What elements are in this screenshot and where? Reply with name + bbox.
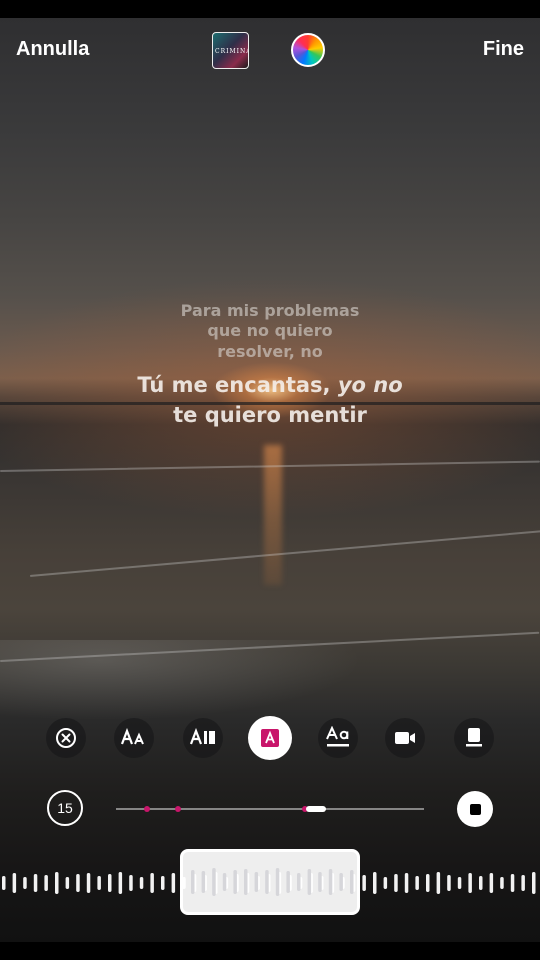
waveform-bar <box>244 869 248 895</box>
waveform-bar <box>265 870 269 894</box>
lyric-current-emphasis: yo no <box>337 373 403 397</box>
waveform-bar <box>362 875 366 891</box>
lyric-current-line: Tú me encantas, yo no <box>0 373 540 397</box>
text-size-icon <box>121 728 144 745</box>
lyric-current-text: Tú me encantas, <box>137 373 338 397</box>
waveform-bar <box>139 877 144 889</box>
status-bar-area <box>0 0 540 18</box>
color-picker-button[interactable] <box>291 33 325 67</box>
text-underline-button[interactable] <box>318 718 358 758</box>
waveform-bar <box>44 875 48 891</box>
waveform-bar <box>436 872 441 894</box>
waveform-bar <box>23 877 27 889</box>
album-art-thumbnail[interactable]: CRIMINAL <box>212 32 249 69</box>
lyric-previous-line: resolver, no <box>217 342 323 361</box>
text-style-icon <box>190 728 215 745</box>
waveform-bar <box>415 876 419 890</box>
waveform-bar <box>108 874 112 892</box>
album-thumb-text: CRIMINAL <box>215 48 248 55</box>
waveform-bar <box>150 873 154 893</box>
text-size-button[interactable] <box>114 718 154 758</box>
waveform-bar <box>161 876 165 890</box>
waveform-bar <box>33 874 38 892</box>
bottom-area <box>0 942 540 960</box>
waveform-bar <box>404 873 409 893</box>
waveform-bar <box>171 873 176 893</box>
video-mode-button[interactable] <box>385 718 425 758</box>
waveform-bar <box>12 873 17 893</box>
stop-button[interactable] <box>457 791 493 827</box>
waveform-bar <box>212 868 216 896</box>
waveform-bar <box>468 873 472 893</box>
waveform-bar <box>86 873 91 893</box>
waveform-bar <box>457 877 462 889</box>
waveform-bar <box>479 876 483 890</box>
waveform-bar <box>521 875 525 891</box>
text-underline-icon <box>326 726 349 747</box>
waveform-bar <box>76 874 80 892</box>
timeline-marker <box>175 806 181 812</box>
waveform-bar <box>510 874 515 892</box>
waveform-bar <box>222 873 227 891</box>
waveform-bar <box>286 871 290 893</box>
waveform-bar <box>383 877 388 889</box>
close-button[interactable] <box>46 718 86 758</box>
waveform-bar <box>373 872 377 894</box>
stop-icon <box>469 803 481 815</box>
waveform-bar <box>65 877 70 889</box>
waveform-bar <box>350 870 354 894</box>
waveform-bar <box>55 872 59 894</box>
text-highlight-icon <box>261 729 279 747</box>
waveform-bar <box>394 874 398 892</box>
selected-clip-waveform <box>191 868 354 896</box>
waveform-bar <box>328 869 333 895</box>
timeline-playhead[interactable] <box>306 806 326 812</box>
story-editor-screen: Annulla CRIMINAL Fine Para mis problemas… <box>0 0 540 960</box>
waveform-bar <box>191 870 195 894</box>
waveform-bar <box>307 869 312 895</box>
waveform-bar <box>118 872 123 894</box>
waveform-bar <box>339 873 343 891</box>
waveform-bar <box>318 872 322 892</box>
audio-clip-selector[interactable] <box>180 849 360 915</box>
waveform-bar <box>254 872 259 892</box>
timeline-marker <box>144 806 150 812</box>
waveform-bar <box>426 874 430 892</box>
lyric-previous-line: Para mis problemas <box>180 301 360 320</box>
sticker-card-icon <box>466 728 482 747</box>
waveform-bar <box>297 873 301 891</box>
lyric-previous-line: que no quiero <box>207 321 333 340</box>
waveform-bar <box>233 870 237 894</box>
waveform-bar <box>201 871 206 893</box>
waveform-bar <box>97 876 101 890</box>
close-icon <box>56 728 76 748</box>
waveform-bar <box>500 877 504 889</box>
duration-button[interactable]: 15 <box>47 790 83 826</box>
waveform-bar <box>129 875 133 891</box>
text-highlight-button[interactable] <box>248 716 292 760</box>
waveform-bar <box>489 873 494 893</box>
waveform-bar <box>275 868 280 896</box>
lyric-current-line: te quiero mentir <box>173 403 367 427</box>
waveform-bar <box>532 872 536 894</box>
video-icon <box>395 732 415 744</box>
cancel-button[interactable]: Annulla <box>16 38 89 61</box>
done-button[interactable]: Fine <box>483 38 524 61</box>
lyrics-timeline-track[interactable] <box>116 806 424 812</box>
text-style-button[interactable] <box>183 718 223 758</box>
waveform-bar <box>2 876 6 890</box>
waveform-bar <box>447 875 451 891</box>
sticker-card-button[interactable] <box>454 718 494 758</box>
